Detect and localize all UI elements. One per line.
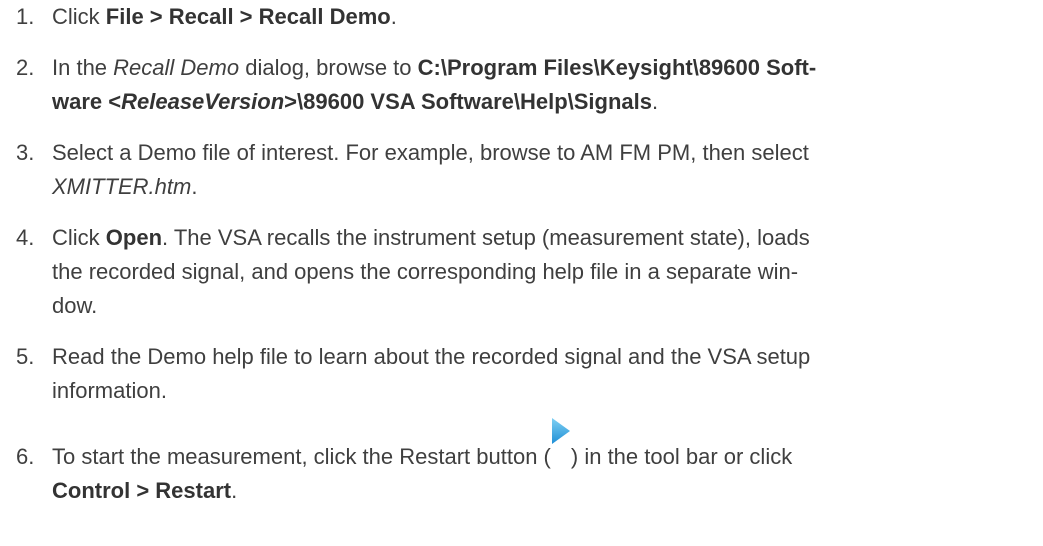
bold-text: Control > Restart (52, 478, 232, 503)
step-line: ware <ReleaseVersion>\89600 VSA Software… (52, 85, 1032, 119)
bold-text: >\89600 VSA Software\Help\Signals (284, 89, 653, 114)
step-text: Read the Demo help file to learn about t… (52, 340, 1032, 408)
step-line: Read the Demo help file to learn about t… (52, 340, 1032, 374)
text-run: ) in the tool bar or click (570, 444, 793, 469)
step-line: Select a Demo file of interest. For exam… (52, 136, 1032, 170)
step-line: To start the measurement, click the Rest… (52, 418, 1032, 474)
step-line: In the Recall Demo dialog, browse to C:\… (52, 51, 1032, 85)
bold-text: ware < (52, 89, 122, 114)
step-text: Click File > Recall > Recall Demo. (52, 0, 1032, 34)
step-number: 6. (16, 444, 35, 469)
text-run: . (390, 4, 397, 29)
step-text: Click Open. The VSA recalls the instrume… (52, 221, 1032, 323)
step-line: dow. (52, 289, 1032, 323)
text-run: To start the measurement, click the Rest… (52, 444, 551, 469)
step-line: XMITTER.htm. (52, 170, 1032, 204)
bold-text: Open (105, 225, 163, 250)
step-text: Select a Demo file of interest. For exam… (52, 136, 1032, 204)
text-run: Select a Demo file of interest. For exam… (52, 140, 809, 165)
text-run: . The VSA recalls the instrument setup (… (162, 225, 810, 250)
step-line: Click File > Recall > Recall Demo. (52, 0, 1032, 34)
text-run: In the (52, 55, 114, 80)
step-number: 5. (16, 344, 35, 369)
step-number: 3. (16, 140, 35, 165)
step-number: 2. (16, 55, 35, 80)
restart-play-icon (551, 418, 571, 474)
bold-text: C:\Program Files\Keysight\89600 Soft- (417, 55, 817, 80)
text-run: the recorded signal, and opens the corre… (52, 259, 799, 284)
step-text: In the Recall Demo dialog, browse to C:\… (52, 51, 1032, 119)
text-run: dow. (52, 293, 98, 318)
instruction-steps: 1. Click File > Recall > Recall Demo. 2.… (0, 0, 1043, 546)
text-run: . (652, 89, 659, 114)
text-run: . (191, 174, 198, 199)
step-line: Click Open. The VSA recalls the instrume… (52, 221, 1032, 255)
text-run: . (231, 478, 238, 503)
italic-text: Recall Demo (113, 55, 240, 80)
step-number: 4. (16, 225, 35, 250)
step-line: information. (52, 374, 1032, 408)
text-run: information. (52, 378, 167, 403)
bold-text: File > Recall > Recall Demo (105, 4, 391, 29)
emphasis-text: ReleaseVersion (121, 89, 285, 114)
text-run: Read the Demo help file to learn about t… (52, 344, 811, 369)
text-run: Click (52, 4, 106, 29)
step-text: To start the measurement, click the Rest… (52, 418, 1032, 508)
step-line: the recorded signal, and opens the corre… (52, 255, 1032, 289)
italic-text: XMITTER.htm (52, 174, 192, 199)
step-number: 1. (16, 4, 35, 29)
text-run: dialog, browse to (239, 55, 418, 80)
text-run: Click (52, 225, 106, 250)
step-line: Control > Restart. (52, 474, 1032, 508)
